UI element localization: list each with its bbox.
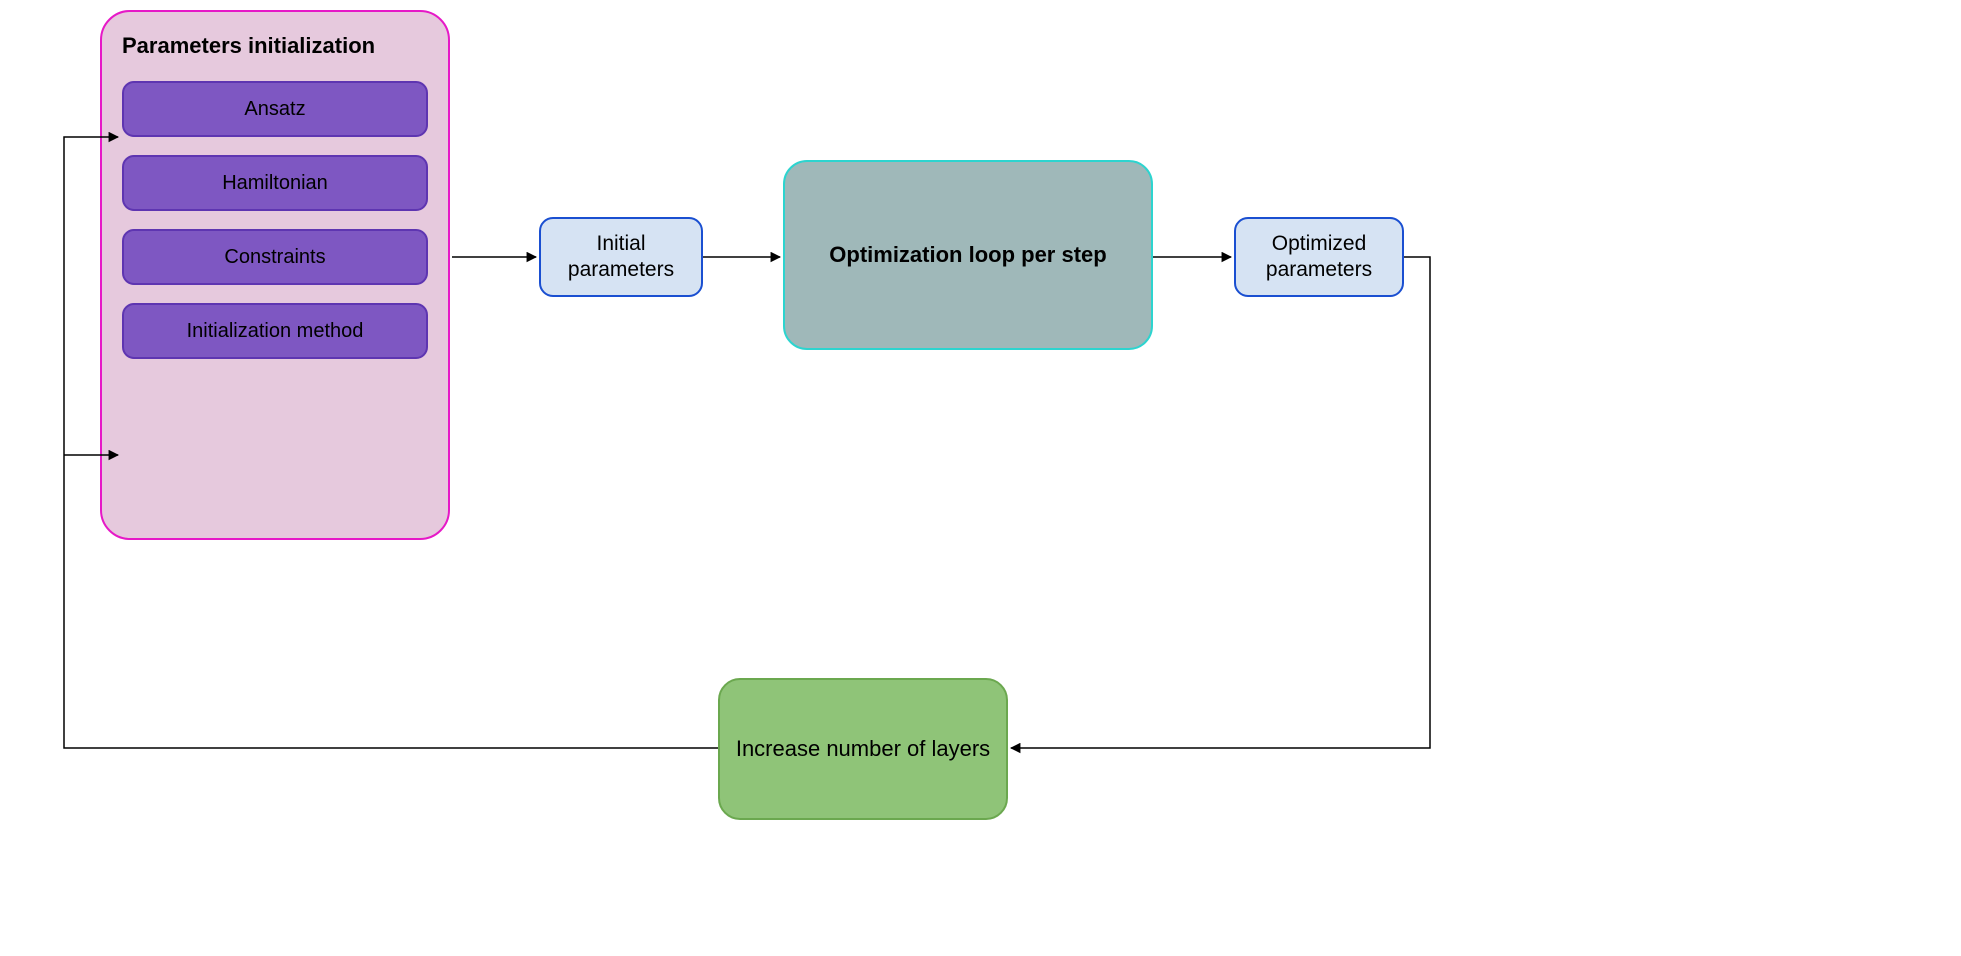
- optimized-parameters-box: Optimized parameters: [1234, 217, 1404, 297]
- params-init-container: Parameters initialization Ansatz Hamilto…: [100, 10, 450, 540]
- optimization-loop-box: Optimization loop per step: [783, 160, 1153, 350]
- item-ansatz: Ansatz: [122, 81, 428, 137]
- item-hamiltonian: Hamiltonian: [122, 155, 428, 211]
- params-init-title: Parameters initialization: [122, 32, 428, 61]
- initial-parameters-box: Initial parameters: [539, 217, 703, 297]
- increase-layers-box: Increase number of layers: [718, 678, 1008, 820]
- item-constraints: Constraints: [122, 229, 428, 285]
- item-init-method: Initialization method: [122, 303, 428, 359]
